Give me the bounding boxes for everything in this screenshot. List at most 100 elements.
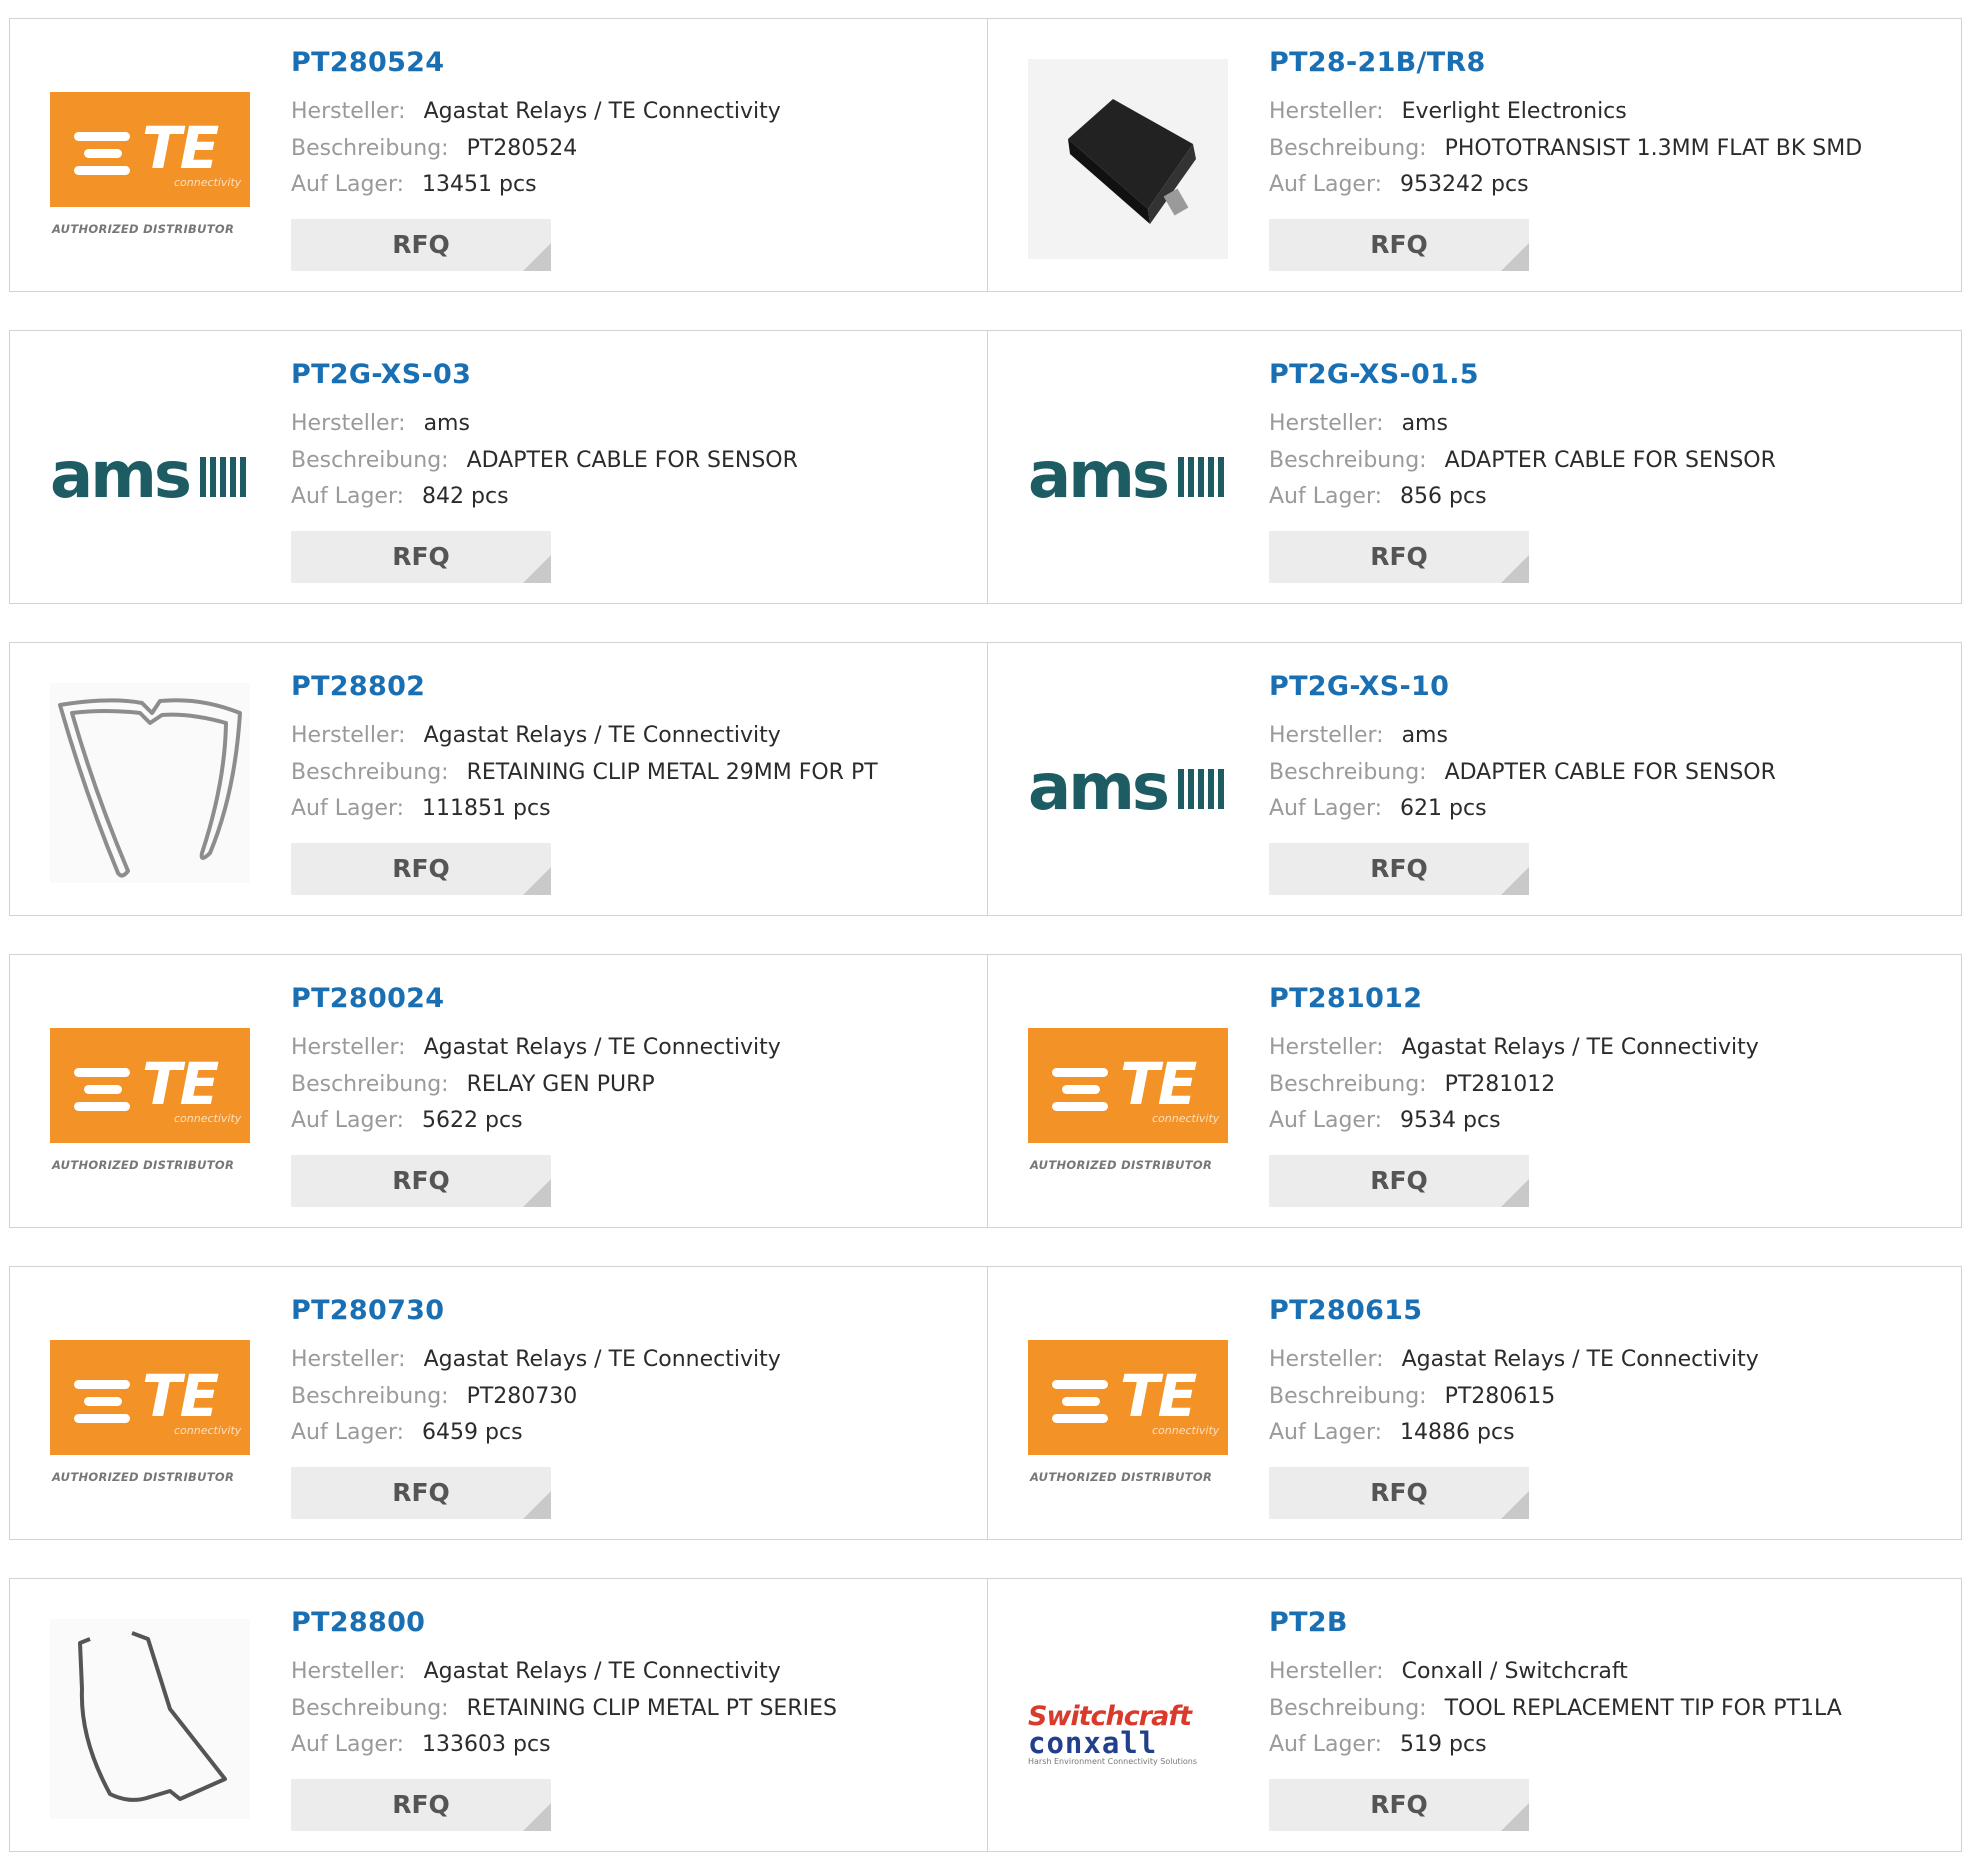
manufacturer-row: Hersteller: Agastat Relays / TE Connectiv… [1269, 1035, 1759, 1060]
part-number-link[interactable]: PT28800 [291, 1607, 425, 1638]
rfq-label: RFQ [392, 1478, 450, 1507]
manufacturer-value: Agastat Relays / TE Connectivity [423, 1035, 781, 1060]
part-number-link[interactable]: PT2G-XS-01.5 [1269, 359, 1479, 390]
rfq-button[interactable]: RFQ [1269, 1779, 1529, 1831]
description-row: Beschreibung: PT280615 [1269, 1384, 1555, 1409]
manufacturer-label: Hersteller: [1269, 99, 1384, 124]
rfq-label: RFQ [1370, 230, 1428, 259]
product-card: TE connectivity AUTHORIZED DISTRIBUTOR P… [988, 955, 1962, 1227]
description-label: Beschreibung: [1269, 1072, 1427, 1097]
part-number-link[interactable]: PT2G-XS-10 [1269, 671, 1449, 702]
rfq-button[interactable]: RFQ [291, 843, 551, 895]
rfq-button[interactable]: RFQ [1269, 531, 1529, 583]
description-value: PT280524 [466, 136, 578, 161]
corner-triangle-icon [1501, 867, 1529, 895]
description-label: Beschreibung: [291, 1384, 449, 1409]
manufacturer-logo: TE connectivity AUTHORIZED DISTRIBUTOR [50, 59, 250, 259]
part-number-link[interactable]: PT280024 [291, 983, 444, 1014]
rfq-button[interactable]: RFQ [1269, 1467, 1529, 1519]
manufacturer-label: Hersteller: [1269, 411, 1384, 436]
part-number-link[interactable]: PT280524 [291, 47, 444, 78]
retaining-clip-photo [50, 683, 250, 883]
description-value: TOOL REPLACEMENT TIP FOR PT1LA [1444, 1696, 1842, 1721]
description-label: Beschreibung: [291, 136, 449, 161]
stock-row: Auf Lager: 842 pcs [291, 484, 509, 509]
manufacturer-label: Hersteller: [291, 411, 406, 436]
product-row: ams PT2G-XS-03 Hersteller: ams Beschreibu… [9, 330, 1962, 604]
manufacturer-logo: TE connectivity AUTHORIZED DISTRIBUTOR [50, 995, 250, 1195]
stock-label: Auf Lager: [1269, 1732, 1383, 1757]
ams-logo: ams [1028, 441, 1224, 511]
manufacturer-value: Agastat Relays / TE Connectivity [1401, 1035, 1759, 1060]
manufacturer-row: Hersteller: ams [1269, 411, 1448, 436]
product-card: PT28802 Hersteller: Agastat Relays / TE C… [10, 643, 987, 915]
stock-label: Auf Lager: [1269, 484, 1383, 509]
authorized-distributor-label: AUTHORIZED DISTRIBUTOR [1030, 1470, 1213, 1484]
product-card: ams PT2G-XS-10 Hersteller: ams Beschreibu… [988, 643, 1962, 915]
description-row: Beschreibung: PT281012 [1269, 1072, 1555, 1097]
description-value: PHOTOTRANSIST 1.3MM FLAT BK SMD [1444, 136, 1863, 161]
manufacturer-row: Hersteller: Conxall / Switchcraft [1269, 1659, 1628, 1684]
manufacturer-label: Hersteller: [1269, 1035, 1384, 1060]
part-number-link[interactable]: PT280730 [291, 1295, 444, 1326]
stock-value: 856 pcs [1400, 484, 1487, 509]
description-label: Beschreibung: [1269, 136, 1427, 161]
rfq-button[interactable]: RFQ [1269, 1155, 1529, 1207]
description-row: Beschreibung: RETAINING CLIP METAL PT SER… [291, 1696, 837, 1721]
part-number-link[interactable]: PT280615 [1269, 1295, 1422, 1326]
manufacturer-value: Agastat Relays / TE Connectivity [1401, 1347, 1759, 1372]
stock-row: Auf Lager: 519 pcs [1269, 1732, 1487, 1757]
manufacturer-value: Agastat Relays / TE Connectivity [423, 99, 781, 124]
stock-row: Auf Lager: 9534 pcs [1269, 1108, 1501, 1133]
description-label: Beschreibung: [291, 1696, 449, 1721]
te-logo: TE connectivity [1028, 1028, 1228, 1143]
manufacturer-logo: ams [1028, 683, 1228, 883]
part-number-link[interactable]: PT2B [1269, 1607, 1348, 1638]
switchcraft-conxall-logo: Switchcraft conxall Harsh Environment Co… [1028, 1701, 1198, 1766]
product-card: PT28-21B/TR8 Hersteller: Everlight Electr… [988, 19, 1962, 291]
manufacturer-logo: TE connectivity AUTHORIZED DISTRIBUTOR [1028, 995, 1228, 1195]
description-label: Beschreibung: [1269, 760, 1427, 785]
stock-row: Auf Lager: 14886 pcs [1269, 1420, 1515, 1445]
manufacturer-row: Hersteller: Agastat Relays / TE Connectiv… [291, 1659, 781, 1684]
product-row: TE connectivity AUTHORIZED DISTRIBUTOR P… [9, 1266, 1962, 1540]
manufacturer-value: Agastat Relays / TE Connectivity [423, 1659, 781, 1684]
stock-label: Auf Lager: [291, 172, 405, 197]
part-number-link[interactable]: PT28-21B/TR8 [1269, 47, 1486, 78]
rfq-button[interactable]: RFQ [291, 531, 551, 583]
manufacturer-label: Hersteller: [291, 723, 406, 748]
manufacturer-logo: ams [50, 371, 250, 571]
manufacturer-row: Hersteller: Everlight Electronics [1269, 99, 1627, 124]
rfq-button[interactable]: RFQ [1269, 843, 1529, 895]
part-number-link[interactable]: PT281012 [1269, 983, 1422, 1014]
corner-triangle-icon [1501, 1803, 1529, 1831]
manufacturer-logo [50, 683, 250, 883]
rfq-label: RFQ [1370, 1478, 1428, 1507]
rfq-label: RFQ [1370, 542, 1428, 571]
corner-triangle-icon [1501, 243, 1529, 271]
description-value: RETAINING CLIP METAL PT SERIES [466, 1696, 837, 1721]
corner-triangle-icon [523, 867, 551, 895]
stock-row: Auf Lager: 5622 pcs [291, 1108, 523, 1133]
manufacturer-label: Hersteller: [1269, 1659, 1384, 1684]
rfq-button[interactable]: RFQ [291, 1155, 551, 1207]
part-number-link[interactable]: PT2G-XS-03 [291, 359, 471, 390]
rfq-button[interactable]: RFQ [291, 1779, 551, 1831]
rfq-label: RFQ [1370, 1166, 1428, 1195]
rfq-button[interactable]: RFQ [291, 1467, 551, 1519]
manufacturer-row: Hersteller: ams [291, 411, 470, 436]
manufacturer-logo [1028, 59, 1228, 259]
rfq-button[interactable]: RFQ [1269, 219, 1529, 271]
stock-value: 14886 pcs [1400, 1420, 1515, 1445]
manufacturer-label: Hersteller: [291, 1035, 406, 1060]
product-card: TE connectivity AUTHORIZED DISTRIBUTOR P… [10, 1267, 987, 1539]
manufacturer-logo: TE connectivity AUTHORIZED DISTRIBUTOR [1028, 1307, 1228, 1507]
stock-value: 13451 pcs [422, 172, 537, 197]
rfq-button[interactable]: RFQ [291, 219, 551, 271]
product-card: TE connectivity AUTHORIZED DISTRIBUTOR P… [988, 1267, 1962, 1539]
stock-label: Auf Lager: [291, 1732, 405, 1757]
part-number-link[interactable]: PT28802 [291, 671, 425, 702]
description-label: Beschreibung: [291, 1072, 449, 1097]
authorized-distributor-label: AUTHORIZED DISTRIBUTOR [52, 222, 235, 236]
manufacturer-label: Hersteller: [1269, 723, 1384, 748]
